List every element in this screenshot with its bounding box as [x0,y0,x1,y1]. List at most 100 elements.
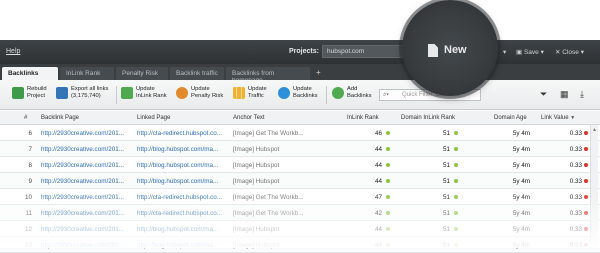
add-backlinks-label: Add Backlinks [347,86,372,99]
add-backlinks-button[interactable]: Add Backlinks [332,84,371,106]
export-label: Export all links (3,175,740) [71,86,109,99]
close-button[interactable]: ✕ Close ▾ [555,48,584,56]
close-label: Close [562,49,579,56]
col-header-domain-inlink-rank[interactable]: Domain InLink Rank [401,115,455,121]
backlink-page-cell[interactable]: http://2930creative.com/201... [41,178,129,185]
domain-age-cell: 5y 4m [512,178,530,185]
inlink-rank-cell: 46 [374,130,382,137]
refresh-icon [278,87,290,99]
toolbar-divider [326,86,327,104]
add-tab-button[interactable]: + [312,67,325,80]
tab-backlinks-from-homepage[interactable]: Backlinks from homepage [226,67,310,84]
add-icon [332,87,344,99]
new-document-icon [428,44,438,57]
col-header-anchor-text[interactable]: Anchor Text [233,115,265,121]
update-backlinks-label: Update Backlinks [293,86,318,99]
row-number: 7 [28,146,32,153]
link-value-indicator [584,163,588,167]
table-row[interactable]: 7 http://2930creative.com/201... http://bl… [0,141,600,157]
update-backlinks-button[interactable]: Update Backlinks [278,84,317,106]
linked-page-cell[interactable]: http://blog.hubspot.com/ma... [137,146,225,153]
col-header-link-value[interactable]: Link Value ▼ [541,115,575,121]
domain-inlink-rank-cell: 51 [442,146,450,153]
domain-rank-indicator [454,131,458,135]
project-select[interactable]: hubspot.com ▾ [322,45,412,58]
save-icon: ▣ [516,49,523,56]
domain-rank-indicator [454,179,458,183]
anchor-text-cell: [Image] Get The Workb... [233,130,304,137]
tab-backlink-traffic[interactable]: Backlink traffic [170,67,224,80]
inlink-rank-cell: 44 [374,146,382,153]
row-number: 9 [28,178,32,185]
linked-page-cell[interactable]: http://blog.hubspot.com/ma... [137,178,225,185]
domain-rank-indicator [454,147,458,151]
save-label: Save [523,49,539,56]
export-icon [56,87,68,99]
domain-age-cell: 5y 4m [512,146,530,153]
tab-inlink-rank[interactable]: InLink Rank [60,67,114,80]
update-traffic-button[interactable]: Update Traffic [233,84,267,106]
backlink-page-cell[interactable]: http://2930creative.com/201... [41,146,129,153]
penalty-risk-icon [176,87,188,99]
link-value-cell: 0.33 [569,130,582,137]
update-penalty-risk-button[interactable]: Update Penalty Risk [176,84,223,106]
linked-page-cell[interactable]: http://blog.hubspot.com/ma... [137,162,225,169]
domain-inlink-rank-cell: 51 [442,178,450,185]
toolbar: Rebuild Project Export all links (3,175,… [0,80,600,110]
table-header: # Backlink Page Linked Page Anchor Text … [0,111,600,125]
rebuild-label: Rebuild Project [27,86,47,99]
inlink-rank-indicator [386,163,390,167]
domain-inlink-rank-cell: 51 [442,130,450,137]
inlink-rank-cell: 44 [374,162,382,169]
save-button[interactable]: ▣ Save ▾ [516,48,544,56]
tab-backlinks[interactable]: Backlinks [2,67,58,80]
tab-bar: Backlinks InLink Rank Penalty Risk Backl… [0,64,600,84]
dropdown-icon[interactable]: ▾ [503,48,506,56]
update-inlink-label: Update InLink Rank [136,86,167,99]
col-header-backlink-page[interactable]: Backlink Page [41,115,79,121]
update-penalty-label: Update Penalty Risk [191,86,224,99]
filter-icon[interactable]: ⏷ [540,89,547,100]
download-icon[interactable]: ⤓ [580,89,584,100]
row-number: 8 [28,162,32,169]
table-row[interactable]: 9 http://2930creative.com/201... http://bl… [0,173,600,189]
projects-label: Projects: [289,48,319,55]
help-link[interactable]: Help [6,48,20,55]
inlink-rank-indicator [386,147,390,151]
backlink-page-cell[interactable]: http://2930creative.com/201... [41,162,129,169]
inlink-rank-icon [121,87,133,99]
rebuild-project-button[interactable]: Rebuild Project [12,84,47,106]
tab-penalty-risk[interactable]: Penalty Risk [116,67,168,80]
export-links-button[interactable]: Export all links (3,175,740) [56,84,108,106]
domain-inlink-rank-cell: 51 [442,162,450,169]
new-button-label: New [444,44,467,56]
table-row[interactable]: 6 http://2930creative.com/201... http://ct… [0,125,600,141]
row-number: 6 [28,130,32,137]
anchor-text-cell: [Image] Hubspot [233,162,280,169]
linked-page-cell[interactable]: http://cta-redirect.hubspot.co... [137,130,225,137]
bottom-fade [0,190,600,248]
grid-view-icon[interactable]: ▦ [560,89,569,100]
update-inlink-rank-button[interactable]: Update InLink Rank [121,84,167,106]
backlink-page-cell[interactable]: http://2930creative.com/201... [41,130,129,137]
col-header-inlink-rank[interactable]: InLink Rank [347,115,379,121]
scroll-up-icon[interactable]: ▲ [592,127,597,133]
link-value-cell: 0.33 [569,178,582,185]
col-header-domain-age[interactable]: Domain Age [494,115,527,121]
inlink-rank-cell: 44 [374,178,382,185]
rebuild-icon [12,87,24,99]
sort-desc-icon: ▼ [570,115,576,121]
domain-rank-indicator [454,163,458,167]
domain-age-cell: 5y 4m [512,130,530,137]
close-icon: ✕ [555,49,561,56]
col-header-num[interactable]: # [24,115,27,121]
table-row[interactable]: 8 http://2930creative.com/201... http://bl… [0,157,600,173]
col-header-linked-page[interactable]: Linked Page [137,115,170,121]
domain-age-cell: 5y 4m [512,162,530,169]
inlink-rank-indicator [386,179,390,183]
inlink-rank-indicator [386,131,390,135]
link-value-cell: 0.33 [569,146,582,153]
link-value-indicator [584,147,588,151]
new-button-spotlight[interactable]: New [402,0,498,96]
link-value-indicator [584,131,588,135]
